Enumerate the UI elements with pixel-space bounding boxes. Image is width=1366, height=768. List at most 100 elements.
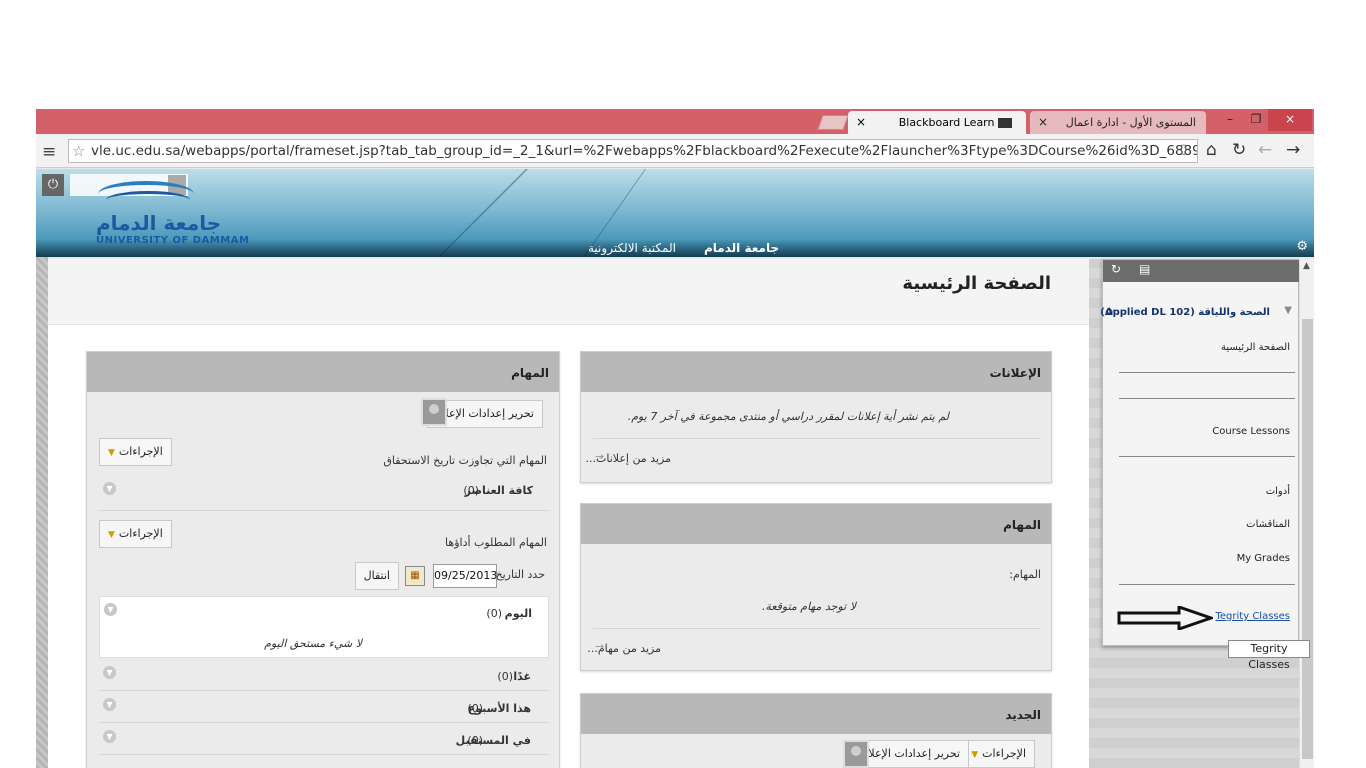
this-week-count: (0) (467, 702, 483, 715)
calendar-icon[interactable]: ▦ (405, 566, 425, 586)
back-icon[interactable]: → (1286, 140, 1300, 160)
divider (99, 690, 549, 691)
module-title: المهام (87, 352, 559, 392)
expand-chevron-icon[interactable]: ▼ (103, 698, 116, 711)
settings-icon[interactable]: ⚙ (1296, 239, 1308, 254)
chevron-down-icon: ▼ (108, 530, 115, 540)
page-header: الصفحة الرئيسية (48, 259, 1089, 325)
chevron-down-icon: ▼ (971, 750, 979, 760)
sidebar-item-tools[interactable]: أدوات (1266, 486, 1290, 497)
tomorrow-label[interactable]: غدًا (513, 670, 531, 683)
left-edge-pattern (36, 257, 48, 768)
logo-wave-icon (106, 191, 190, 209)
expand-chevron-icon[interactable]: ▼ (103, 666, 116, 679)
page-title: الصفحة الرئيسية (902, 273, 1051, 294)
divider (99, 754, 549, 755)
sidebar-item-discussions[interactable]: المناقشات (1246, 519, 1290, 530)
today-count: (0) (486, 607, 502, 620)
go-button[interactable]: انتقال (354, 562, 399, 590)
actions-label: الإجراءات (118, 445, 163, 458)
restore-button[interactable]: ❐ (1242, 109, 1270, 131)
chevron-down-icon[interactable]: ▼ (1284, 305, 1292, 316)
minimize-button[interactable]: – (1216, 109, 1244, 131)
scroll-up-icon[interactable]: ▲ (1303, 261, 1310, 271)
module-title: الإعلانات (581, 352, 1051, 392)
expand-chevron-icon[interactable]: ▼ (104, 603, 117, 616)
divider (1119, 456, 1295, 457)
vertical-scrollbar[interactable]: ▲ (1299, 259, 1314, 768)
actions-label: الإجراءات (982, 747, 1026, 760)
expand-chevron-icon[interactable]: ▼ (103, 482, 116, 495)
arrow-right-annotation-icon (1117, 606, 1213, 630)
logo-english: UNIVERSITY OF DAMMAM (96, 235, 250, 246)
logo-arabic: جامعة الدمام (96, 211, 222, 235)
divider (99, 722, 549, 723)
tab-blackboard-learn[interactable]: Blackboard Learn × (848, 111, 1026, 134)
sidebar-item-course-lessons[interactable]: Course Lessons (1212, 426, 1290, 437)
divider (593, 628, 1041, 629)
scrollbar-thumb[interactable] (1302, 319, 1313, 759)
announcements-module: الإعلانات لم يتم نشر أية إعلانات لمقرر د… (580, 351, 1052, 483)
divider (99, 510, 549, 511)
menu-icon[interactable]: ≡ (42, 142, 56, 162)
refresh-icon[interactable]: ↻ (1111, 262, 1121, 276)
whats-new-module: الجديد الإجراءات▼ تحرير إعدادات الإعلام (580, 693, 1052, 768)
divider (593, 438, 1041, 439)
course-menu: ↻ ▤ ⌂ الصحة واللياقة (Applied DL 102) ▼ … (1100, 259, 1300, 646)
bookmark-star-icon[interactable]: ☆ (72, 142, 85, 160)
course-menu-toolbar: ↻ ▤ (1103, 260, 1300, 282)
home-icon[interactable]: ⌂ (1206, 140, 1217, 160)
header-banner: ⏻ جامعة الدمام UNIVERSITY OF DAMMAM جامع… (36, 169, 1314, 257)
new-tab-button[interactable] (817, 115, 849, 130)
nav-link-university[interactable]: جامعة الدمام (704, 241, 779, 255)
actions-button[interactable]: الإجراءات▼ (99, 438, 172, 466)
tab-close-icon[interactable]: × (1038, 111, 1048, 134)
to-do-heading: المهام المطلوب أداؤها (445, 536, 547, 549)
sidebar-item-home[interactable]: الصفحة الرئيسية (1221, 342, 1290, 353)
all-items-count: (0) (463, 484, 479, 497)
edit-notifications-button[interactable]: تحرير إعدادات الإعلام (852, 740, 969, 768)
today-panel: اليوم (0) ▼ لا شيء مستحق اليوم (99, 596, 549, 658)
tasks-empty-text: لا توجد مهام متوقعة. (761, 600, 856, 613)
tab-label: المستوى الأول - ادارة اعمال (1065, 116, 1196, 129)
actions-label: الإجراءات (118, 527, 163, 540)
actions-button[interactable]: الإجراءات▼ (962, 740, 1035, 768)
tab-close-icon[interactable]: × (856, 111, 866, 134)
modules-area: الإعلانات لم يتم نشر أية إعلانات لمقرر د… (48, 325, 1089, 768)
tab-first-level[interactable]: المستوى الأول - ادارة اعمال × (1030, 111, 1206, 134)
tasks-module: المهام المهام: لا توجد مهام متوقعة. مزيد… (580, 503, 1052, 671)
tomorrow-count: (0) (497, 670, 513, 683)
folder-view-icon[interactable]: ▤ (1139, 262, 1150, 276)
module-title: المهام (581, 504, 1051, 544)
notifications-avatar-icon (421, 398, 447, 426)
course-title[interactable]: الصحة واللياقة (Applied DL 102) (1100, 307, 1270, 318)
forward-icon[interactable]: ← (1258, 140, 1272, 160)
url-input[interactable]: vle.uc.edu.sa/webapps/portal/frameset.js… (68, 139, 1198, 163)
divider (1119, 372, 1295, 373)
arrow-right-icon: → (595, 450, 605, 463)
address-bar: ≡ vle.uc.edu.sa/webapps/portal/frameset.… (36, 134, 1314, 168)
page-icon[interactable]: ▯ (1180, 142, 1187, 157)
reload-icon[interactable]: ↻ (1232, 140, 1246, 160)
date-input[interactable]: 09/25/2013 (433, 564, 497, 588)
divider (1119, 398, 1295, 399)
tooltip: Tegrity Classes (1228, 640, 1310, 671)
tab-label: Blackboard Learn (898, 116, 995, 129)
actions-button[interactable]: الإجراءات▼ (99, 520, 172, 548)
future-count: (0) (467, 734, 483, 747)
sidebar-item-tegrity-classes[interactable]: Tegrity Classes (1216, 611, 1291, 622)
select-date-label: حدد التاريخ: (491, 568, 545, 581)
sidebar-item-my-grades[interactable]: My Grades (1237, 553, 1290, 564)
window-close-button[interactable]: × (1268, 109, 1312, 131)
chevron-down-icon: ▼ (108, 448, 115, 458)
module-title: الجديد (581, 694, 1051, 734)
nothing-due-today-text: لا شيء مستحق اليوم (264, 637, 362, 650)
past-due-heading: المهام التي تجاوزت تاريخ الاستحقاق (383, 454, 547, 467)
today-label[interactable]: اليوم (505, 607, 532, 620)
expand-chevron-icon[interactable]: ▼ (103, 730, 116, 743)
arrow-right-icon: → (595, 640, 605, 653)
title-bar: Blackboard Learn × المستوى الأول - ادارة… (36, 109, 1314, 134)
content-frame: الصفحة الرئيسية الإعلانات لم يتم نشر أية… (48, 259, 1089, 768)
power-icon[interactable]: ⏻ (42, 174, 64, 196)
nav-link-library[interactable]: المكتبة الالكترونية (588, 241, 676, 255)
